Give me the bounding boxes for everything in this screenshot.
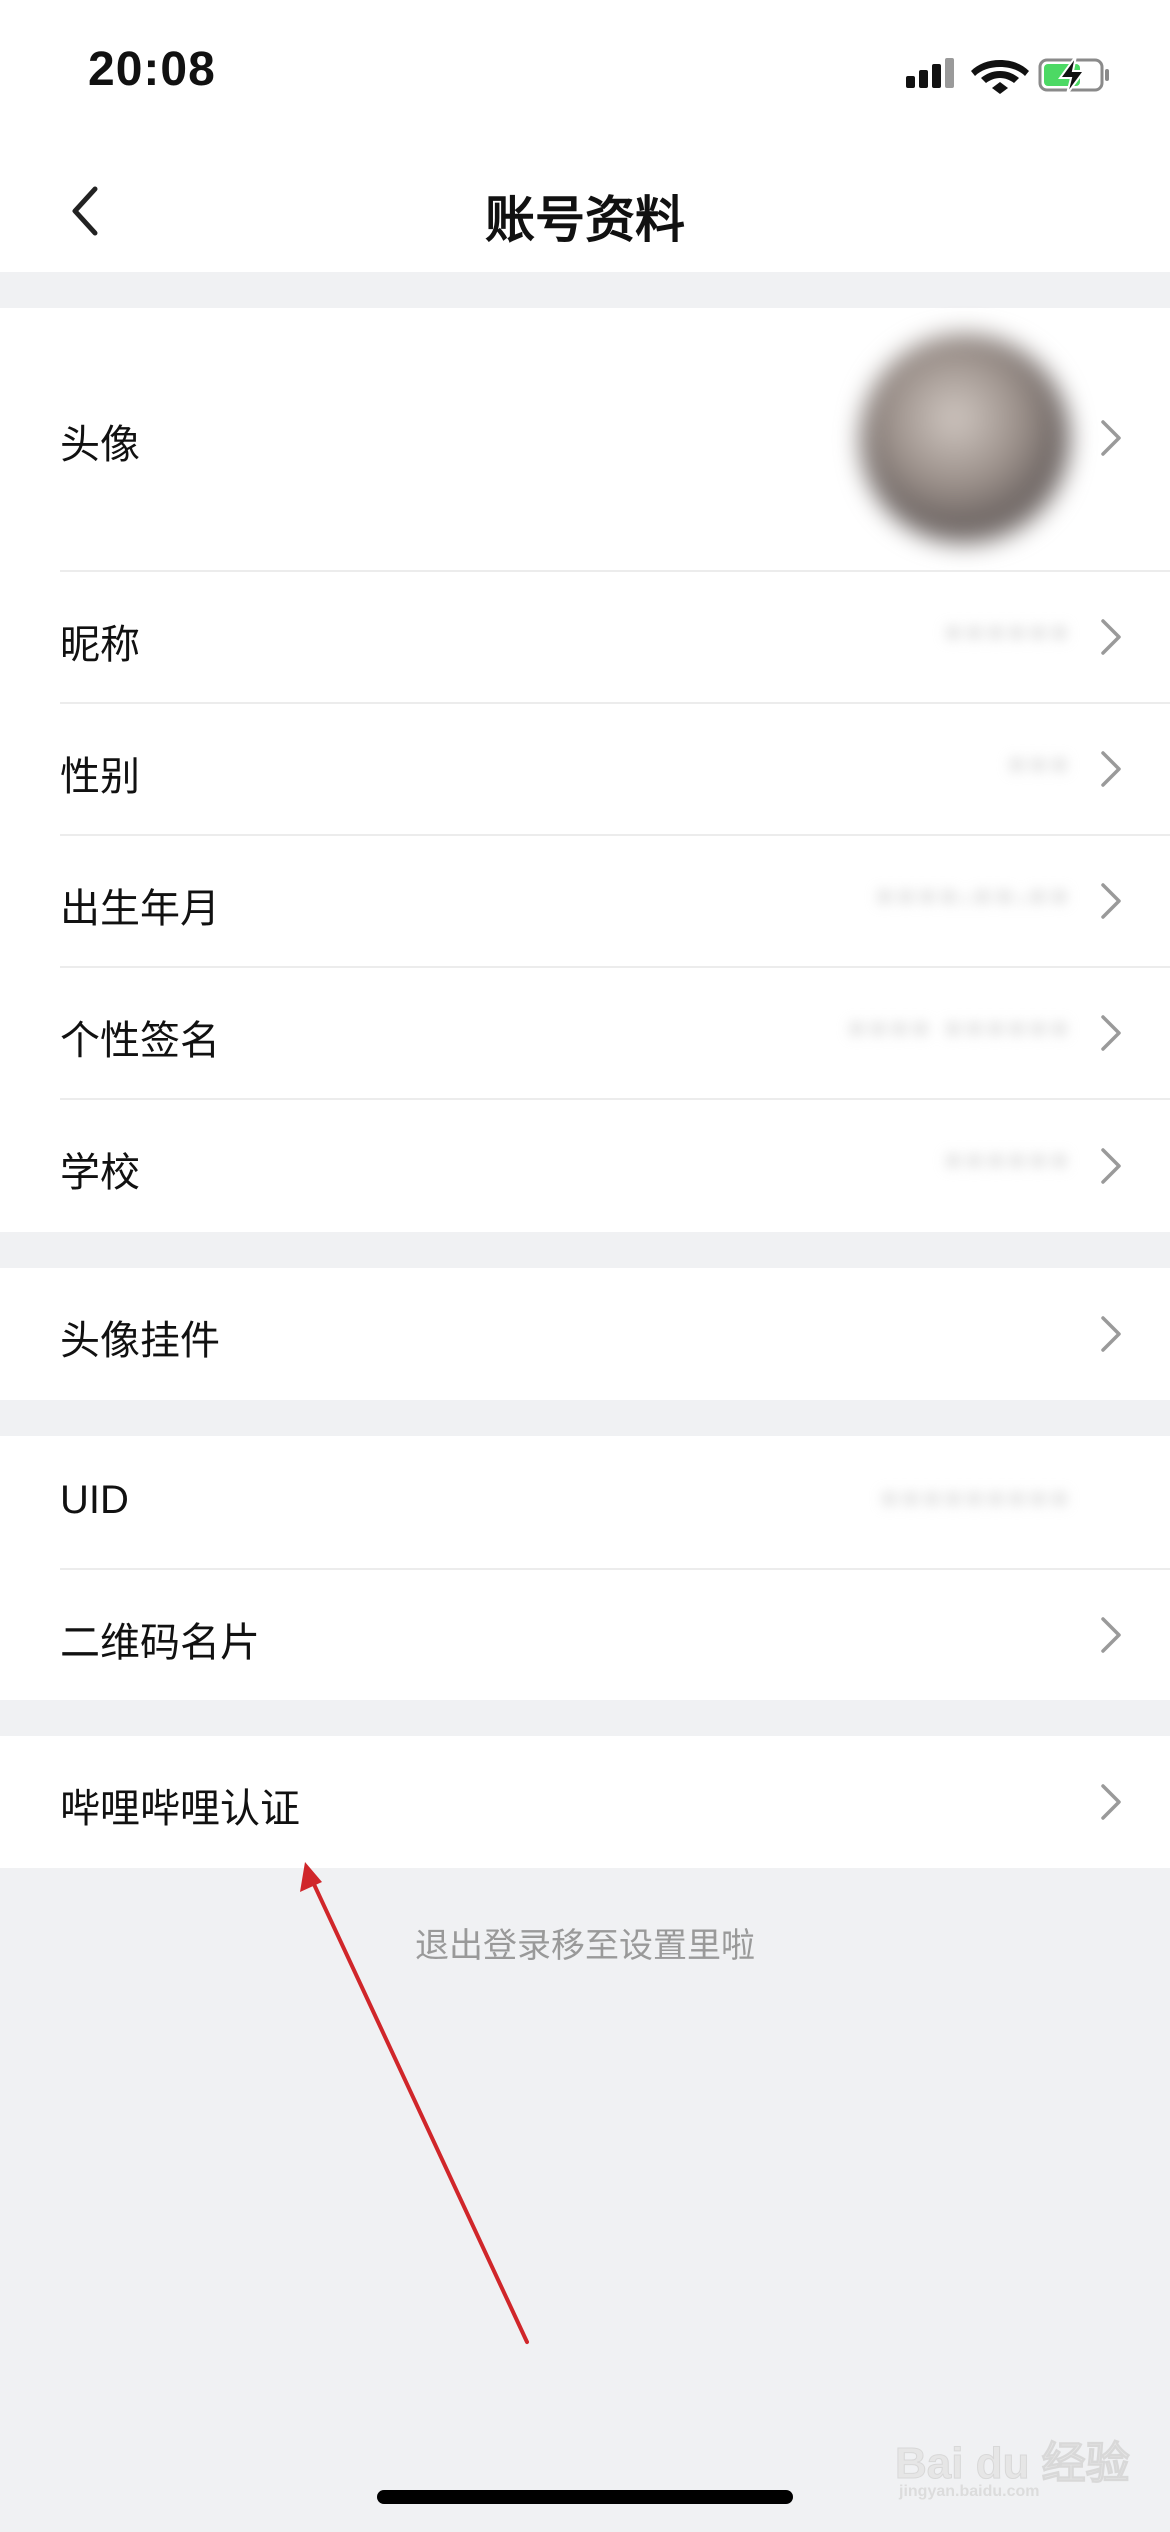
row-birthday[interactable]: 出生年月 ••••-••-•• (0, 836, 1170, 966)
svg-text:jingyan.baidu.com: jingyan.baidu.com (898, 2483, 1039, 2500)
chevron-right-icon (1096, 615, 1126, 659)
row-value-school: •••••• (942, 1142, 1070, 1183)
row-value-nickname: •••••• (942, 614, 1070, 655)
battery-charging-icon (1038, 55, 1109, 95)
row-qr-card[interactable]: 二维码名片 (0, 1570, 1170, 1700)
profile-section: 头像 昵称 •••••• 性别 ••• 出生年月 ••••-••-•• 个性签名… (0, 308, 1170, 1232)
chevron-right-icon (1096, 1144, 1126, 1188)
row-avatar[interactable]: 头像 (0, 308, 1170, 570)
chevron-right-icon (1096, 1780, 1126, 1824)
row-value-gender: ••• (1006, 746, 1070, 787)
chevron-right-icon (1096, 1011, 1126, 1055)
row-gender[interactable]: 性别 ••• (0, 704, 1170, 834)
row-label-signature: 个性签名 (60, 1018, 220, 1064)
svg-text:Bai du 经验: Bai du 经验 (895, 2439, 1130, 2488)
home-indicator[interactable] (377, 2490, 793, 2504)
row-label-gender: 性别 (60, 754, 140, 800)
chevron-right-icon (1096, 416, 1126, 460)
page-title: 账号资料 (485, 191, 685, 249)
row-uid[interactable]: UID ••••••••• (0, 1436, 1170, 1568)
signal-icon (906, 58, 954, 88)
row-label-avatar-pendant: 头像挂件 (60, 1318, 220, 1364)
row-label-birthday: 出生年月 (60, 886, 220, 932)
row-label-avatar: 头像 (60, 422, 140, 468)
nav-bar: 账号资料 (0, 150, 1170, 272)
row-label-bilibili-certification: 哔哩哔哩认证 (60, 1786, 300, 1832)
row-label-school: 学校 (60, 1150, 140, 1196)
status-icons (900, 50, 1120, 100)
row-bilibili-certification[interactable]: 哔哩哔哩认证 (0, 1736, 1170, 1868)
pendant-section: 头像挂件 (0, 1268, 1170, 1400)
chevron-right-icon (1096, 879, 1126, 923)
chevron-right-icon (1096, 747, 1126, 791)
row-label-uid: UID (60, 1478, 129, 1522)
row-signature[interactable]: 个性签名 •••• •••••• (0, 968, 1170, 1098)
chevron-right-icon (1096, 1312, 1126, 1356)
logout-hint: 退出登录移至设置里啦 (415, 1926, 755, 1966)
row-school[interactable]: 学校 •••••• (0, 1100, 1170, 1232)
watermark-logo: Bai du 经验 jingyan.baidu.com (895, 2430, 1135, 2501)
row-avatar-pendant[interactable]: 头像挂件 (0, 1268, 1170, 1400)
row-value-uid: ••••••••• (878, 1480, 1070, 1521)
chevron-right-icon (1096, 1613, 1126, 1657)
wifi-icon (971, 60, 1029, 94)
row-nickname[interactable]: 昵称 •••••• (0, 572, 1170, 702)
status-time: 20:08 (88, 43, 216, 96)
auth-section: 哔哩哔哩认证 (0, 1736, 1170, 1868)
avatar (860, 334, 1070, 544)
row-label-qr-card: 二维码名片 (60, 1620, 260, 1666)
row-value-signature: •••• •••••• (846, 1010, 1070, 1051)
status-bar: 20:08 (0, 0, 1170, 150)
id-section: UID ••••••••• 二维码名片 (0, 1436, 1170, 1700)
row-label-nickname: 昵称 (60, 622, 140, 668)
row-value-birthday: ••••-••-•• (874, 878, 1070, 919)
